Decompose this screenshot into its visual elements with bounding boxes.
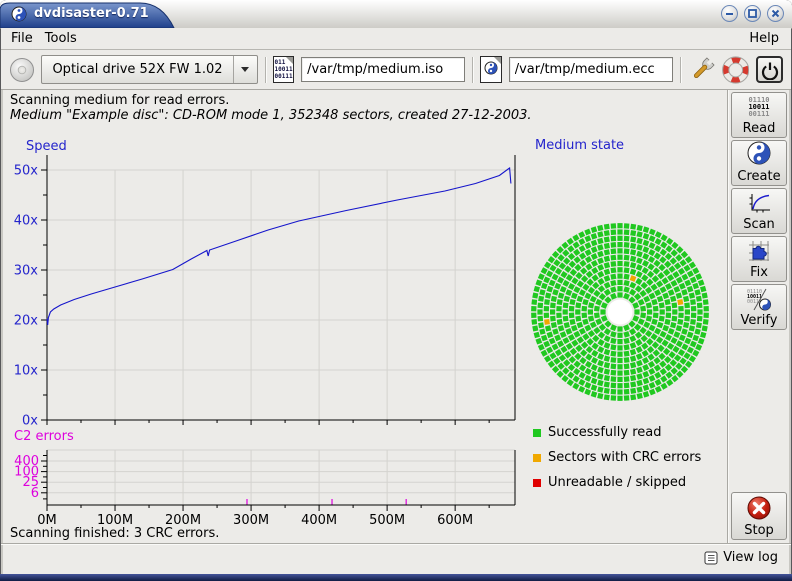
stop-icon	[732, 493, 786, 523]
log-list-icon	[704, 551, 718, 565]
toolbar: Optical drive 52X FW 1.02 011 10011 0011…	[1, 50, 791, 90]
svg-text:10x: 10x	[14, 364, 39, 379]
preferences-wrench-icon[interactable]	[688, 56, 715, 84]
svg-text:600M: 600M	[437, 513, 473, 528]
create-button-label: Create	[737, 169, 780, 184]
legend-label: Unreadable / skipped	[548, 475, 686, 490]
view-log-button[interactable]: View log	[701, 549, 781, 566]
legend-item-good: Successfully read	[533, 420, 701, 445]
speed-chart-title: Speed	[26, 139, 67, 154]
svg-text:0x: 0x	[22, 414, 38, 429]
legend-label: Sectors with CRC errors	[548, 450, 701, 465]
stop-button-label: Stop	[744, 523, 774, 538]
power-icon	[760, 60, 780, 80]
yinyang-create-icon	[732, 141, 786, 169]
svg-text:300M: 300M	[233, 513, 269, 528]
menu-tools[interactable]: Tools	[43, 29, 87, 49]
iso-file-icon: 011 10011 00111	[273, 56, 295, 83]
menu-help[interactable]: Help	[739, 29, 783, 49]
titlebar[interactable]: dvdisaster-0.71	[0, 0, 792, 29]
sidebar-separator	[727, 90, 728, 543]
menubar: File Tools Help	[1, 28, 791, 50]
fix-button-label: Fix	[750, 265, 768, 280]
puzzle-fix-icon	[732, 237, 786, 265]
legend-item-crc: Sectors with CRC errors	[533, 445, 701, 470]
scan-result-text: Scanning finished: 3 CRC errors.	[10, 526, 219, 541]
legend-swatch-crc	[533, 454, 541, 462]
iso-icon-binary-line: 00111	[275, 73, 293, 80]
svg-text:40x: 40x	[14, 214, 39, 229]
binary-line: 00111	[748, 111, 769, 118]
binary-read-icon: 01110 10011 00111	[732, 93, 786, 121]
medium-state-title: Medium state	[535, 138, 624, 153]
svg-text:6: 6	[31, 486, 39, 501]
svg-text:30x: 30x	[14, 264, 39, 279]
svg-text:50x: 50x	[14, 164, 39, 179]
scan-button-label: Scan	[743, 217, 775, 232]
svg-text:500M: 500M	[369, 513, 405, 528]
legend-label: Successfully read	[548, 425, 661, 440]
svg-text:400M: 400M	[301, 513, 337, 528]
app-logo-icon	[11, 6, 27, 22]
close-button[interactable]	[767, 5, 784, 22]
verify-button-label: Verify	[741, 313, 778, 328]
minimize-button[interactable]	[721, 5, 738, 22]
svg-text:20x: 20x	[14, 314, 39, 329]
cd-disc-icon	[9, 57, 34, 83]
iso-path-input[interactable]	[301, 57, 465, 82]
page-fold	[286, 57, 293, 64]
drive-selector[interactable]: Optical drive 52X FW 1.02	[41, 55, 257, 84]
stop-button[interactable]: Stop	[731, 492, 787, 540]
legend-swatch-unreadable	[533, 479, 541, 487]
chevron-down-icon	[241, 67, 249, 72]
read-button-label: Read	[743, 121, 776, 136]
iso-icon-binary-line: 011	[275, 59, 286, 66]
window-controls	[721, 5, 784, 22]
view-log-label: View log	[723, 550, 778, 565]
status-medium-info: Medium "Example disc": CD-ROM mode 1, 35…	[10, 108, 532, 123]
c2-errors-chart-title: C2 errors	[14, 429, 74, 444]
iso-icon-binary-line: 10011	[275, 66, 293, 73]
curve-chart-icon	[732, 189, 786, 217]
toolbar-separator	[265, 57, 266, 83]
legend-item-unreadable: Unreadable / skipped	[533, 470, 701, 495]
medium-state-disc	[529, 221, 713, 405]
svg-text:400: 400	[14, 454, 39, 469]
read-button[interactable]: 01110 10011 00111 Read	[731, 92, 787, 138]
quit-power-button[interactable]	[756, 56, 783, 83]
toolbar-separator	[472, 57, 473, 83]
app-window: dvdisaster-0.71 File Tools Help	[0, 0, 792, 581]
speed-chart: 0x 10x 20x 30x 40x 50x	[0, 138, 540, 434]
status-action: Scanning medium for read errors.	[10, 93, 532, 108]
window-border-bottom	[0, 574, 792, 581]
legend-swatch-good	[533, 429, 541, 437]
medium-state-legend: Successfully read Sectors with CRC error…	[533, 420, 701, 495]
drive-selector-arrow[interactable]	[233, 56, 257, 83]
svg-text:100: 100	[14, 465, 39, 480]
ecc-file-icon	[480, 56, 502, 83]
verify-button[interactable]: 01110 10011 00111 Verify	[731, 284, 787, 330]
svg-text:25: 25	[22, 475, 39, 490]
drive-selector-value: Optical drive 52X FW 1.02	[42, 62, 232, 77]
create-button[interactable]: Create	[731, 140, 787, 186]
window-title: dvdisaster-0.71	[34, 6, 149, 21]
page-fold	[494, 57, 501, 64]
toolbar-separator	[680, 57, 681, 83]
help-lifesaver-icon[interactable]	[722, 56, 749, 84]
verify-compare-icon: 01110 10011 00111	[732, 285, 786, 313]
scan-button[interactable]: Scan	[731, 188, 787, 234]
statusbar-separator	[1, 543, 791, 544]
maximize-button[interactable]	[744, 5, 761, 22]
status-area: Scanning medium for read errors. Medium …	[10, 93, 532, 123]
c2-errors-chart: 4001002560M100M200M300M400M500M600M	[0, 445, 540, 530]
ecc-path-input[interactable]	[509, 57, 673, 82]
fix-button[interactable]: Fix	[731, 236, 787, 282]
menu-file[interactable]: File	[9, 29, 43, 49]
